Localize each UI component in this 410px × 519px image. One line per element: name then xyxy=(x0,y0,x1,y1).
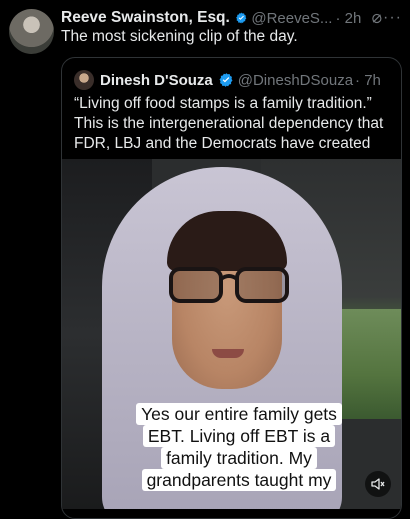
quote-text-line: This is the intergenerational dependency… xyxy=(74,115,384,132)
caption-line: Yes our entire family gets xyxy=(136,403,342,425)
quote-text-line: FDR, LBJ and the Democrats have created xyxy=(74,135,371,152)
tweet-header: Reeve Swainston, Esq. @ReeveS... · 2h ··… xyxy=(61,7,402,29)
author-avatar[interactable] xyxy=(9,9,54,54)
verified-badge-icon xyxy=(219,73,233,87)
verified-badge-icon xyxy=(236,12,247,24)
speaker-muted-icon xyxy=(371,478,385,490)
tweet-text: The most sickening clip of the day. xyxy=(61,28,298,45)
quote-author-avatar[interactable] xyxy=(74,70,94,90)
grok-icon[interactable] xyxy=(371,11,383,26)
quote-text: “Living off food stamps is a family trad… xyxy=(74,94,394,154)
quote-author-handle[interactable]: @DineshDSouza xyxy=(238,72,353,89)
glasses-icon xyxy=(169,267,289,303)
mute-toggle-button[interactable] xyxy=(365,471,391,497)
quoted-tweet[interactable]: Dinesh D'Souza @DineshDSouza · 7h “Livin… xyxy=(61,57,402,519)
caption-line: family tradition. My xyxy=(161,447,317,469)
person-mouth xyxy=(212,349,244,358)
video-caption: Yes our entire family gets EBT. Living o… xyxy=(120,403,358,491)
quote-text-line: “Living off food stamps is a family trad… xyxy=(74,95,372,112)
quote-time[interactable]: · 7h xyxy=(355,72,381,89)
tweet-time[interactable]: · 2h xyxy=(335,10,361,27)
caption-line: grandparents taught my xyxy=(141,469,337,491)
quote-header: Dinesh D'Souza @DineshDSouza · 7h xyxy=(74,69,393,91)
caption-line: EBT. Living off EBT is a xyxy=(142,425,336,447)
more-icon[interactable]: ··· xyxy=(383,9,402,27)
video-player[interactable]: Yes our entire family gets EBT. Living o… xyxy=(62,159,401,509)
author-name[interactable]: Reeve Swainston, Esq. xyxy=(61,9,230,27)
quote-author-name[interactable]: Dinesh D'Souza xyxy=(100,72,213,89)
author-handle[interactable]: @ReeveS... xyxy=(251,10,332,27)
